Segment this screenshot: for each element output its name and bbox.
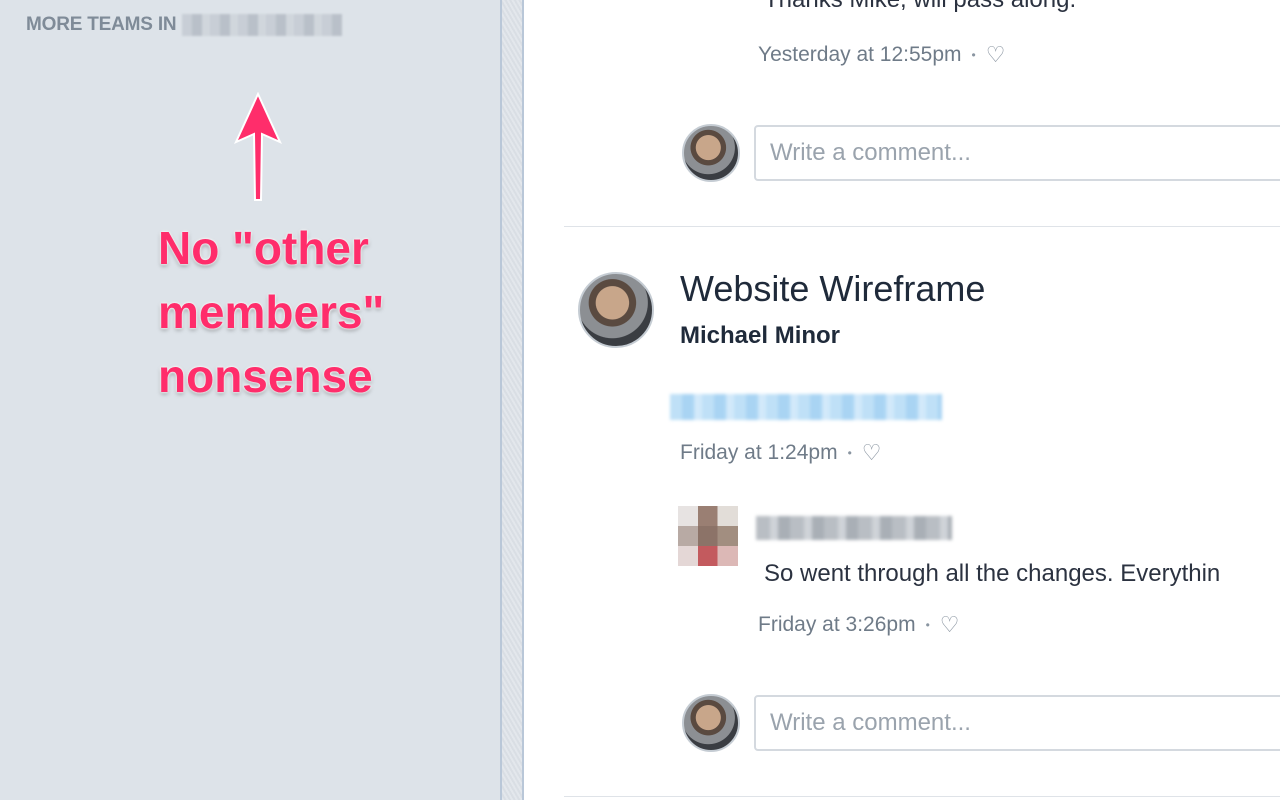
post-divider [564, 796, 1280, 797]
blurred-link[interactable] [670, 394, 942, 420]
annotation-text: No "other members" nonsense [158, 222, 385, 402]
dot-separator: • [925, 618, 930, 632]
more-teams-header: MORE TEAMS IN [26, 14, 177, 35]
comment-meta: Friday at 3:26pm • ♡ [758, 612, 960, 638]
annotation-arrow-icon [233, 92, 283, 201]
blurred-organization-name [182, 14, 342, 36]
dot-separator: • [971, 48, 976, 62]
comment-text: So went through all the changes. Everyth… [764, 560, 1221, 587]
dot-separator: • [847, 446, 852, 460]
timestamp: Yesterday at 12:55pm [758, 43, 962, 66]
current-user-avatar [682, 124, 740, 182]
comment-input[interactable] [756, 127, 1280, 179]
current-user-avatar [682, 694, 740, 752]
comment-input[interactable] [756, 697, 1280, 749]
previous-comment-meta: Yesterday at 12:55pm • ♡ [758, 42, 1005, 68]
comment-field[interactable] [754, 695, 1280, 751]
pane-divider[interactable] [500, 0, 524, 800]
post-divider [564, 226, 1280, 227]
sidebar: MORE TEAMS IN No "other members" nonsens… [0, 0, 500, 800]
post-author[interactable]: Michael Minor [680, 322, 840, 350]
post-title[interactable]: Website Wireframe [680, 268, 985, 310]
heart-icon[interactable]: ♡ [862, 440, 882, 466]
heart-icon[interactable]: ♡ [940, 612, 960, 638]
post-meta: Friday at 1:24pm • ♡ [680, 440, 882, 466]
timestamp: Friday at 3:26pm [758, 613, 916, 636]
timestamp: Friday at 1:24pm [680, 441, 838, 464]
feed: Thanks Mike, will pass along. Yesterday … [524, 0, 1280, 800]
previous-comment-text: Thanks Mike, will pass along. [764, 0, 1076, 14]
blurred-commenter-name[interactable] [756, 516, 952, 540]
heart-icon[interactable]: ♡ [986, 42, 1006, 68]
commenter-avatar[interactable] [678, 506, 738, 566]
comment-field[interactable] [754, 125, 1280, 181]
post-author-avatar[interactable] [578, 272, 654, 348]
